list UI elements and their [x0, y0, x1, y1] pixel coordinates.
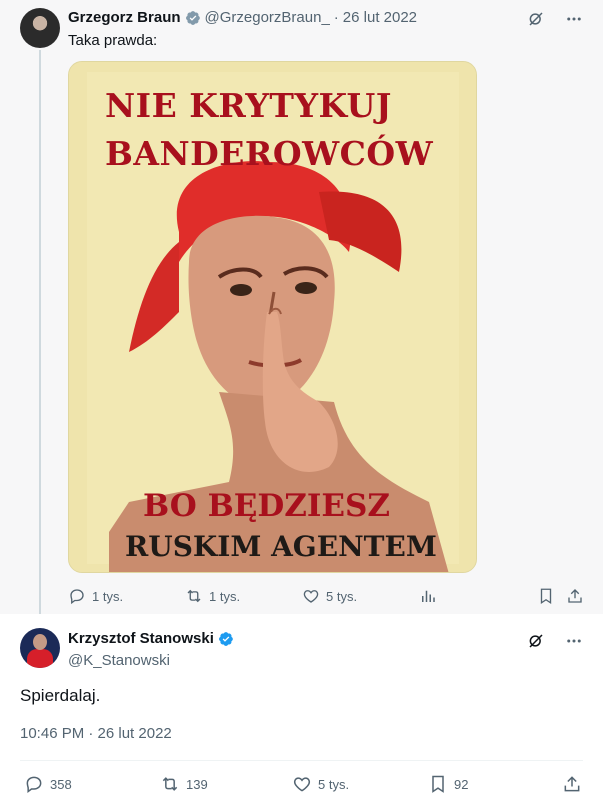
reply-icon: [26, 776, 42, 793]
tweet-header-actions: [527, 632, 583, 650]
reply-button[interactable]: 358: [24, 774, 72, 794]
share-icon: [564, 776, 580, 792]
like-button[interactable]: 5 tys.: [302, 587, 357, 605]
poster-headline-line-2: BANDEROWCÓW: [105, 134, 434, 173]
poster-footer-line-2: RUSKIM AGENTEM: [125, 530, 437, 563]
author-name[interactable]: Krzysztof Stanowski: [68, 630, 214, 647]
tweet-timestamp[interactable]: 10:46 PM · 26 lut 2022: [20, 725, 172, 742]
grok-icon[interactable]: [527, 632, 545, 650]
thread-connector-line: [39, 50, 41, 618]
avatar[interactable]: [20, 8, 60, 48]
author-name[interactable]: Grzegorz Braun: [68, 9, 181, 26]
bookmark-icon: [432, 775, 444, 793]
author-handle[interactable]: @GrzegorzBraun_: [205, 9, 330, 26]
more-options-icon[interactable]: [565, 632, 583, 650]
repost-count: 139: [186, 776, 208, 792]
views-button[interactable]: [419, 587, 437, 605]
tweet-date[interactable]: 26 lut 2022: [343, 9, 417, 26]
like-count: 5 tys.: [318, 776, 350, 792]
bookmark-icon: [540, 588, 552, 605]
bookmark-button[interactable]: [537, 587, 555, 605]
grok-icon[interactable]: [527, 10, 545, 28]
like-count: 5 tys.: [326, 588, 358, 604]
bookmark-count: 92: [454, 776, 469, 792]
reply-count: 358: [50, 776, 72, 792]
repost-count: 1 tys.: [209, 588, 241, 604]
divider: [20, 760, 583, 761]
bookmark-button[interactable]: 92: [428, 774, 468, 794]
tweet-header-actions: [527, 10, 583, 28]
like-button[interactable]: 5 tys.: [292, 774, 349, 794]
tweet-text: Taka prawda:: [68, 32, 158, 49]
repost-button[interactable]: 1 tys.: [185, 587, 240, 605]
share-icon: [568, 589, 582, 603]
like-icon: [293, 777, 311, 792]
reply-count: 1 tys.: [92, 588, 124, 604]
author-handle[interactable]: @K_Stanowski: [68, 652, 170, 669]
avatar[interactable]: [20, 628, 60, 668]
repost-button[interactable]: 139: [160, 774, 208, 794]
share-button[interactable]: [566, 587, 584, 605]
parent-tweet[interactable]: Grzegorz Braun @GrzegorzBraun_ · 26 lut …: [0, 0, 603, 618]
tweet-action-bar: 1 tys. 1 tys. 5 tys.: [68, 585, 588, 607]
tweet-header: Grzegorz Braun @GrzegorzBraun_ · 26 lut …: [68, 9, 417, 26]
repost-icon: [162, 777, 178, 791]
verified-badge-icon: [218, 631, 233, 646]
tweet-text: Spierdalaj.: [20, 686, 101, 705]
tweet-action-bar: 358 139 5 tys. 92: [20, 772, 588, 796]
like-icon: [303, 590, 319, 603]
views-icon: [422, 590, 435, 602]
reply-button[interactable]: 1 tys.: [68, 587, 123, 605]
separator-dot: ·: [333, 9, 339, 26]
tweet-header: Krzysztof Stanowski: [68, 630, 238, 647]
repost-icon: [187, 589, 201, 603]
poster-headline-line-1: NIE KRYTYKUJ: [105, 86, 392, 125]
poster-footer-line-1: BO BĘDZIESZ: [143, 488, 391, 524]
more-options-icon[interactable]: [565, 10, 583, 28]
reply-icon: [70, 589, 84, 605]
verified-badge-icon: [185, 10, 200, 25]
share-button[interactable]: [562, 774, 582, 794]
tweet-image-poster[interactable]: NIE KRYTYKUJ BANDEROWCÓW BO BĘDZIESZ RUS…: [68, 61, 477, 573]
